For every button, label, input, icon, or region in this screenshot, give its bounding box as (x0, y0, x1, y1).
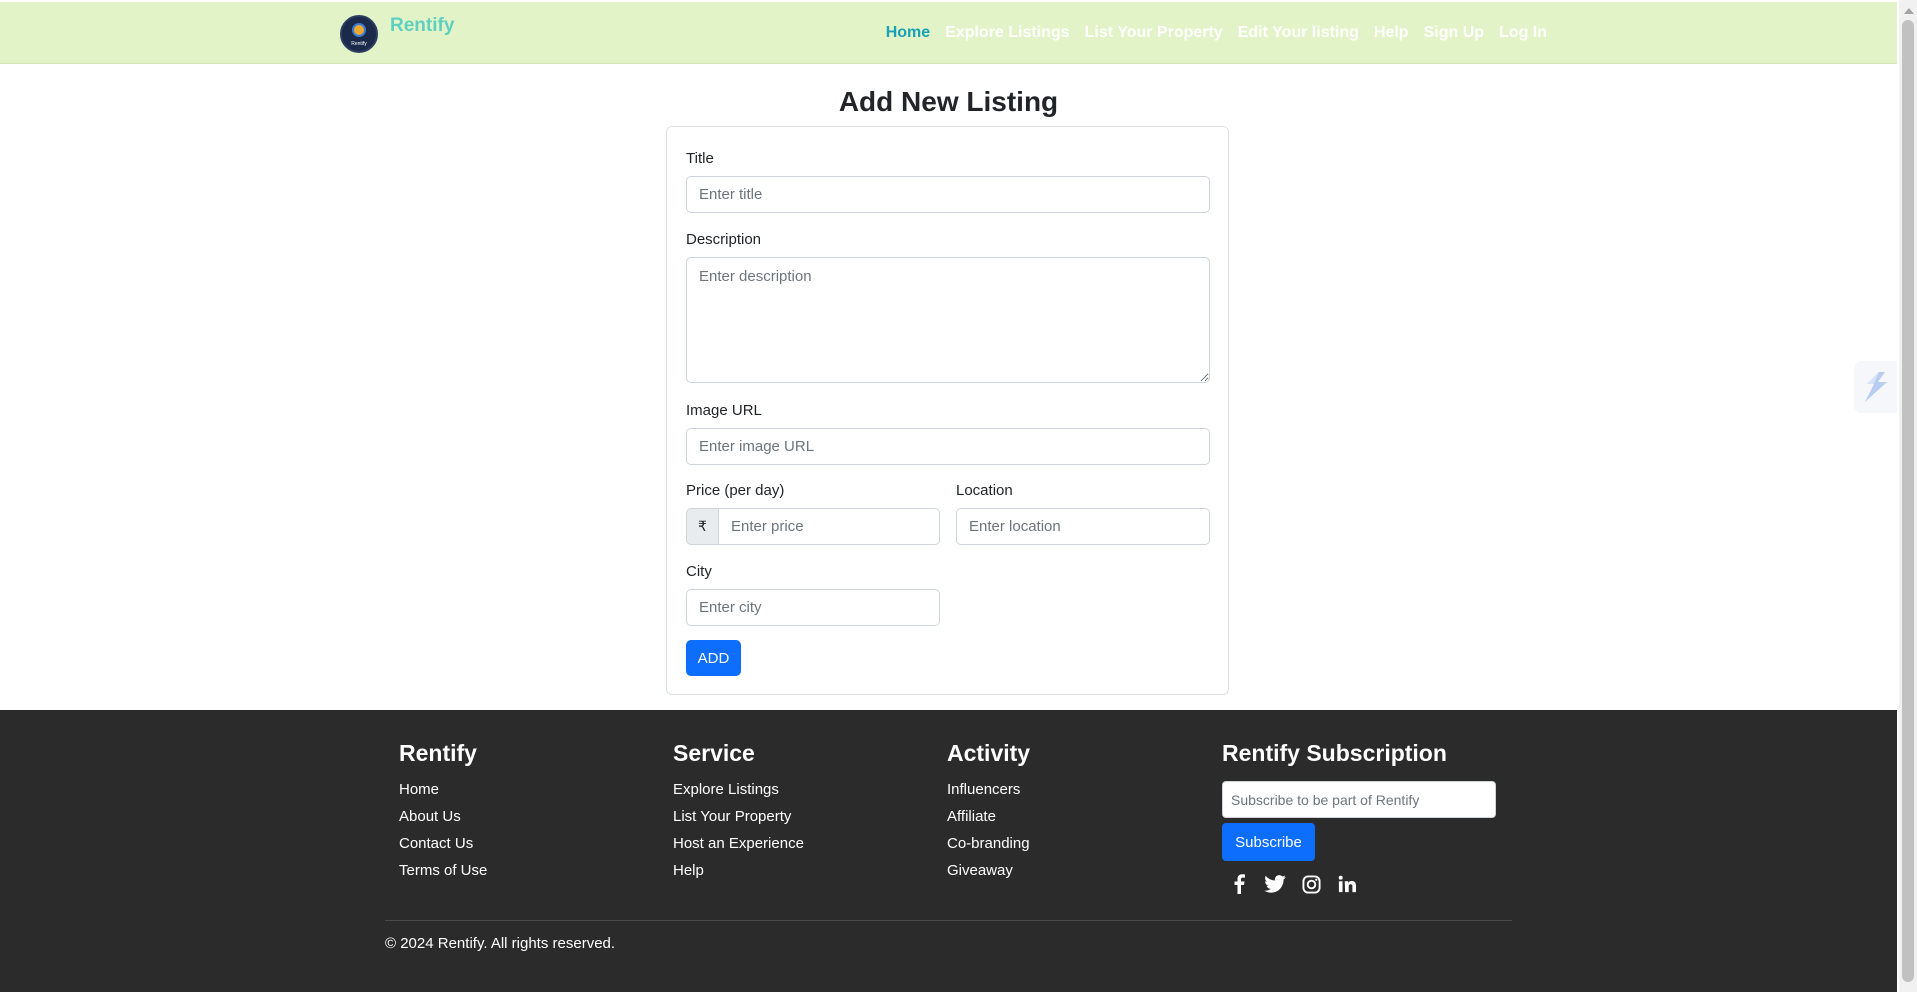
description-label: Description (686, 231, 762, 248)
brand-logo[interactable]: Rentify (340, 15, 378, 53)
price-input-group: ₹ (686, 508, 940, 545)
nav-links: Home Explore Listings List Your Property… (886, 24, 1547, 42)
facebook-icon[interactable] (1228, 873, 1250, 895)
footer-col-activity: Activity Influencers Affiliate Co-brandi… (947, 740, 1030, 889)
title-input[interactable] (686, 176, 1210, 213)
twitter-icon[interactable] (1264, 873, 1286, 895)
footer-link-about-us[interactable]: About Us (399, 808, 487, 825)
logo-house-icon (352, 23, 366, 37)
city-label: City (686, 563, 712, 580)
lightning-icon (1864, 372, 1887, 402)
image-url-label: Image URL (686, 402, 762, 419)
footer-link-contact-us[interactable]: Contact Us (399, 835, 487, 852)
price-input[interactable] (718, 508, 940, 545)
footer-link-giveaway[interactable]: Giveaway (947, 862, 1030, 879)
footer-col-subscription: Rentify Subscription Subscribe (1222, 740, 1496, 895)
footer-col-rentify: Rentify Home About Us Contact Us Terms o… (399, 740, 487, 889)
nav-link-home[interactable]: Home (886, 24, 930, 42)
footer-link-host-an-experience[interactable]: Host an Experience (673, 835, 804, 852)
nav-link-log-in[interactable]: Log In (1499, 24, 1547, 42)
navbar: Rentify Rentify Home Explore Listings Li… (0, 2, 1897, 64)
footer-heading: Activity (947, 740, 1031, 766)
nav-link-sign-up[interactable]: Sign Up (1424, 24, 1484, 42)
city-input[interactable] (686, 589, 940, 626)
subscribe-button[interactable]: Subscribe (1222, 823, 1315, 861)
brand-name[interactable]: Rentify (390, 15, 454, 37)
floating-extension-widget[interactable] (1854, 361, 1897, 413)
copyright: © 2024 Rentify. All rights reserved. (385, 935, 616, 952)
footer-link-explore-listings[interactable]: Explore Listings (673, 781, 804, 798)
footer-col-service: Service Explore Listings List Your Prope… (673, 740, 804, 889)
instagram-icon[interactable] (1300, 873, 1322, 895)
footer-divider (385, 920, 1512, 921)
description-textarea[interactable] (686, 257, 1210, 383)
footer-link-list-your-property[interactable]: List Your Property (673, 808, 804, 825)
subscribe-email-input[interactable] (1222, 781, 1496, 818)
subscription-heading: Rentify Subscription (1222, 740, 1447, 766)
nav-link-explore-listings[interactable]: Explore Listings (945, 24, 1069, 42)
scroll-up-arrow-icon[interactable] (1904, 8, 1914, 14)
footer-heading: Service (673, 740, 755, 766)
scroll-thumb[interactable] (1902, 20, 1914, 982)
brand[interactable]: Rentify Rentify (340, 15, 454, 53)
footer-link-influencers[interactable]: Influencers (947, 781, 1030, 798)
nav-link-edit-your-listing[interactable]: Edit Your listing (1238, 24, 1359, 42)
add-listing-form: Title Description Image URL Price (per d… (666, 126, 1229, 695)
add-button[interactable]: ADD (686, 640, 741, 676)
location-input[interactable] (956, 508, 1210, 545)
footer-link-home[interactable]: Home (399, 781, 487, 798)
footer-link-help[interactable]: Help (673, 862, 804, 879)
scrollbar[interactable] (1899, 0, 1917, 992)
rupee-icon: ₹ (686, 508, 718, 545)
title-label: Title (686, 150, 714, 167)
logo-text: Rentify (351, 41, 367, 47)
page-title: Add New Listing (838, 86, 1059, 117)
footer-link-terms-of-use[interactable]: Terms of Use (399, 862, 487, 879)
linkedin-icon[interactable] (1336, 873, 1358, 895)
image-url-input[interactable] (686, 428, 1210, 465)
nav-link-list-your-property[interactable]: List Your Property (1085, 24, 1223, 42)
price-label: Price (per day) (686, 482, 785, 499)
footer-heading: Rentify (399, 740, 477, 766)
location-label: Location (956, 482, 1013, 499)
social-links (1228, 873, 1496, 895)
footer-link-co-branding[interactable]: Co-branding (947, 835, 1030, 852)
footer: Rentify Home About Us Contact Us Terms o… (0, 710, 1897, 992)
footer-link-affiliate[interactable]: Affiliate (947, 808, 1030, 825)
nav-link-help[interactable]: Help (1374, 24, 1409, 42)
